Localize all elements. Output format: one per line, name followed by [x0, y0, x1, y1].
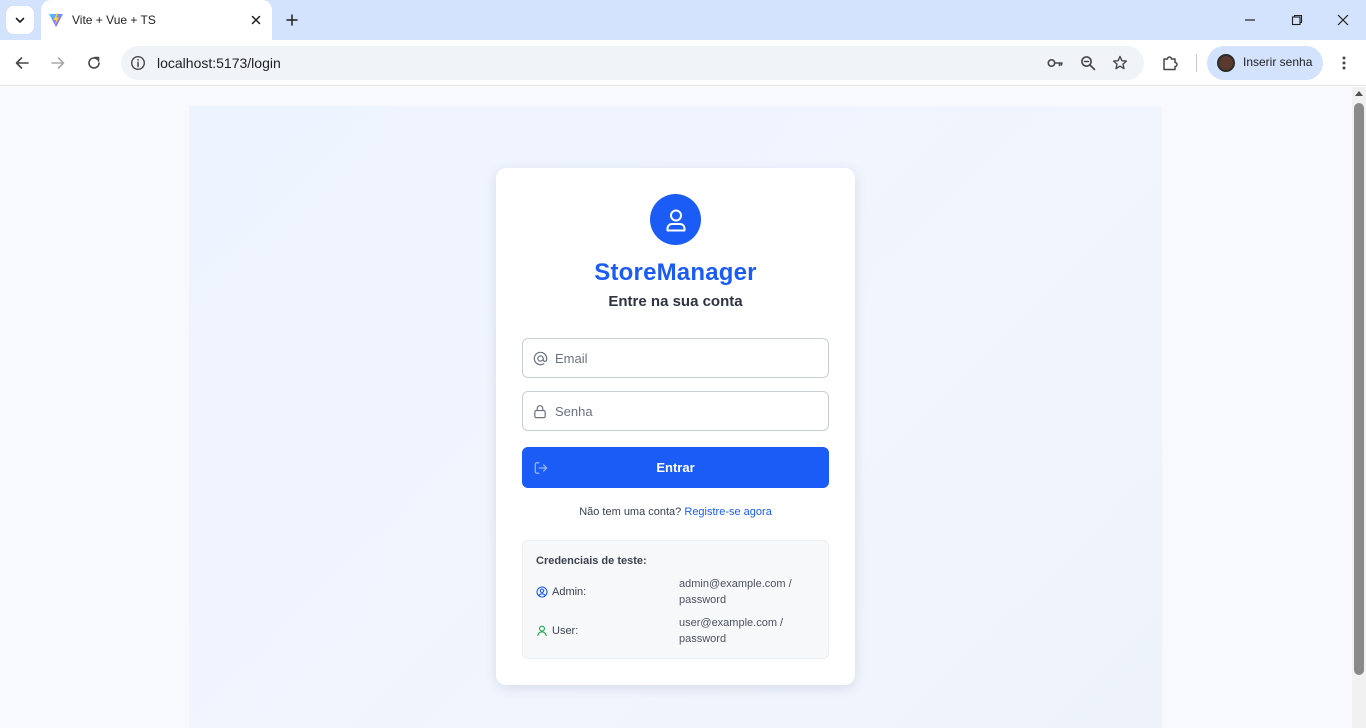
- new-tab-button[interactable]: [280, 8, 304, 32]
- page-subtitle: Entre na sua conta: [608, 293, 743, 310]
- browser-menu-button[interactable]: [1332, 51, 1356, 75]
- zoom-button[interactable]: [1078, 53, 1098, 73]
- forward-button[interactable]: [46, 51, 70, 75]
- back-button[interactable]: [10, 51, 34, 75]
- logo-badge: [650, 194, 701, 245]
- scrollbar-thumb[interactable]: [1354, 103, 1364, 675]
- credential-email: admin@example.com /: [679, 578, 792, 590]
- browser-tab-active[interactable]: Vite + Vue + TS: [41, 0, 272, 40]
- password-input[interactable]: [555, 392, 820, 430]
- profile-button[interactable]: Inserir senha: [1207, 46, 1323, 80]
- reload-icon: [88, 56, 100, 69]
- credential-password: password: [679, 633, 727, 645]
- credential-role: User:: [552, 625, 579, 637]
- key-icon: [1047, 59, 1063, 68]
- close-icon: [251, 15, 261, 25]
- tab-title: Vite + Vue + TS: [72, 13, 156, 27]
- zoom-icon: [1081, 56, 1096, 71]
- restore-icon: [1291, 14, 1303, 26]
- user-icon: [536, 625, 548, 637]
- restore-button[interactable]: [1285, 8, 1309, 32]
- credential-value: user@example.com / password: [679, 615, 799, 647]
- password-field[interactable]: [522, 391, 829, 431]
- user-circle-icon: [536, 586, 548, 598]
- bookmark-button[interactable]: [1110, 53, 1130, 73]
- login-card: StoreManager Entre na sua conta Entrar N…: [496, 168, 855, 685]
- avatar: [1217, 54, 1235, 72]
- page-scrollbar[interactable]: [1352, 87, 1366, 728]
- puzzle-icon: [1163, 56, 1178, 71]
- scroll-up-arrow-icon[interactable]: [1355, 91, 1363, 96]
- tab-close-button[interactable]: [246, 10, 266, 30]
- close-icon: [1337, 14, 1349, 26]
- user-icon: [666, 209, 685, 231]
- browser-tab-bar: Vite + Vue + TS: [0, 0, 1366, 40]
- minimize-icon: [1245, 19, 1255, 21]
- minimize-button[interactable]: [1238, 8, 1262, 32]
- window-close-button[interactable]: [1331, 8, 1355, 32]
- toolbar-separator: [1196, 54, 1197, 72]
- star-icon: [1112, 55, 1128, 70]
- password-manager-button[interactable]: [1045, 53, 1065, 73]
- plus-icon: [286, 14, 298, 26]
- info-icon: [130, 55, 146, 71]
- email-input[interactable]: [555, 339, 820, 377]
- at-sign-icon: [532, 350, 548, 366]
- chevron-down-icon: [15, 17, 25, 23]
- vite-logo-icon: [49, 13, 63, 27]
- credential-value: admin@example.com / password: [679, 576, 799, 608]
- site-info-button[interactable]: [128, 53, 148, 73]
- register-prompt: Não tem uma conta? Registre-se agora: [496, 506, 855, 518]
- reload-button[interactable]: [82, 51, 106, 75]
- lock-icon: [532, 403, 548, 419]
- page-viewport: StoreManager Entre na sua conta Entrar N…: [0, 87, 1352, 728]
- address-bar[interactable]: localhost:5173/login: [121, 46, 1144, 80]
- more-vertical-icon: [1342, 56, 1346, 70]
- email-field[interactable]: [522, 338, 829, 378]
- login-button-label: Entrar: [656, 460, 695, 475]
- credential-password: password: [679, 594, 727, 606]
- arrow-left-icon: [15, 57, 29, 69]
- tab-search-button[interactable]: [6, 6, 34, 34]
- brand-title: StoreManager: [594, 259, 757, 286]
- profile-label: Inserir senha: [1243, 55, 1313, 69]
- arrow-right-icon: [51, 57, 65, 69]
- login-button[interactable]: Entrar: [522, 447, 829, 488]
- test-credentials-box: Credenciais de teste: Admin: admin@examp…: [522, 540, 829, 659]
- extensions-button[interactable]: [1158, 51, 1182, 75]
- url-text: localhost:5173/login: [157, 55, 281, 71]
- credential-role: Admin:: [552, 586, 587, 598]
- register-prompt-text: Não tem uma conta?: [579, 506, 682, 518]
- test-credentials-title: Credenciais de teste:: [536, 555, 647, 567]
- credential-email: user@example.com /: [679, 617, 784, 629]
- browser-toolbar: localhost:5173/login Inserir senha: [0, 40, 1366, 86]
- register-link[interactable]: Registre-se agora: [684, 506, 771, 518]
